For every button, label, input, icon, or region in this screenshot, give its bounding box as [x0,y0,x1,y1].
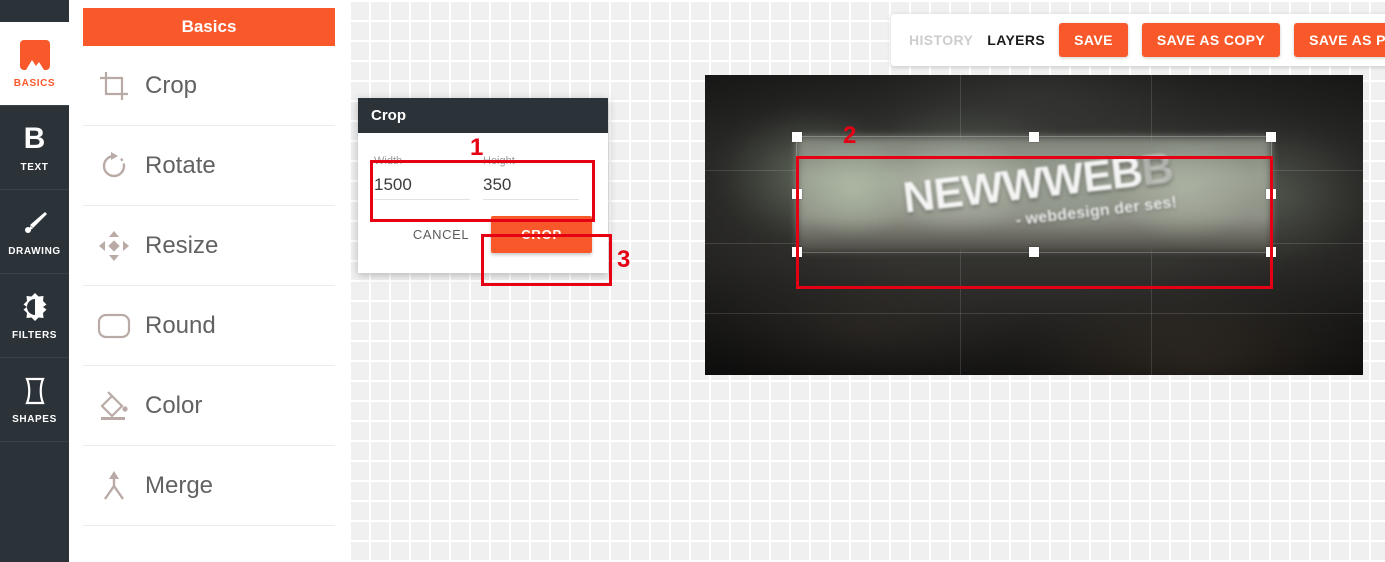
width-input[interactable] [374,175,470,200]
canvas-image[interactable]: NEWWWEBB - webdesign der ses! [705,75,1363,375]
crop-icon [83,70,145,102]
save-button[interactable]: SAVE [1059,23,1128,57]
panel-label-resize: Resize [145,231,219,259]
annotation-number-3: 3 [617,246,631,273]
width-field-group: Width [374,155,483,200]
cancel-button[interactable]: CANCEL [407,219,475,250]
panel-item-resize[interactable]: Resize [83,206,335,286]
rail-label-drawing: DRAWING [8,246,61,257]
rail-label-shapes: SHAPES [12,414,57,425]
rotate-icon [83,150,145,182]
image-editor-app: NEWWWEBB - webdesign der ses! BASICS B T… [0,0,1385,562]
rail-label-text: TEXT [20,162,49,173]
panel-label-rotate: Rotate [145,151,216,179]
handle-middle-right[interactable] [1266,189,1276,199]
rail-item-shapes[interactable]: SHAPES [0,358,69,442]
logo-text-part2: EB [1080,146,1145,202]
handle-top-center[interactable] [1029,132,1039,142]
panel-item-merge[interactable]: Merge [83,446,335,526]
bold-b-icon: B [23,122,46,155]
handle-bottom-left[interactable] [792,247,802,257]
panel-list: Crop Rotate Resize Round Color Merge [83,46,335,526]
tab-history[interactable]: HISTORY [909,32,973,48]
crop-dialog-title: Crop [358,98,608,133]
handle-middle-left[interactable] [792,189,802,199]
crop-fields: Width Height [374,155,592,200]
panel-item-crop[interactable]: Crop [83,46,335,126]
rail-item-basics[interactable]: BASICS [0,22,69,106]
rail-item-text[interactable]: B TEXT [0,106,69,190]
crop-button[interactable]: CROP [491,216,592,253]
panel-label-merge: Merge [145,471,214,499]
shape-icon [22,374,48,408]
height-field-group: Height [483,155,592,200]
panel-item-color[interactable]: Color [83,366,335,446]
handle-bottom-right[interactable] [1266,247,1276,257]
rail-item-filters[interactable]: FILTERS [0,274,69,358]
annotation-number-1: 1 [470,134,484,161]
panel-label-round: Round [145,311,216,339]
basics-panel: Basics Crop Rotate Resize Round Color Me… [69,0,349,562]
logo-text-part3: B [1138,142,1175,196]
rail-item-drawing[interactable]: DRAWING [0,190,69,274]
save-as-copy-button[interactable]: SAVE AS COPY [1141,23,1281,57]
panel-item-round[interactable]: Round [83,286,335,366]
paint-bucket-icon [83,390,145,422]
merge-icon [83,470,145,502]
handle-bottom-center[interactable] [1029,247,1039,257]
top-toolbar: HISTORY LAYERS SAVE SAVE AS COPY SAVE AS… [891,14,1385,66]
panel-label-color: Color [145,391,203,419]
image-icon [19,38,50,72]
resize-icon [83,230,145,262]
rail-label-basics: BASICS [13,78,56,89]
brush-icon [20,206,50,240]
panel-title: Basics [83,8,335,46]
panel-item-rotate[interactable]: Rotate [83,126,335,206]
tab-layers[interactable]: LAYERS [987,32,1045,48]
crop-dialog-actions: CANCEL CROP [358,200,608,273]
panel-label-crop: Crop [145,71,198,99]
height-label: Height [483,155,515,167]
contrast-icon [20,290,50,324]
save-as-png-button[interactable]: SAVE AS PNG [1294,23,1385,57]
width-label: Width [374,155,403,167]
handle-top-right[interactable] [1266,132,1276,142]
crop-selection[interactable]: NEWWWEBB - webdesign der ses! [792,132,1276,257]
height-input[interactable] [483,175,579,200]
handle-top-left[interactable] [792,132,802,142]
rail-label-filters: FILTERS [11,330,58,341]
crop-dialog: Crop Width Height CANCEL CROP [358,98,608,273]
annotation-number-2: 2 [843,122,857,149]
tool-rail: BASICS B TEXT DRAWING FILTERS SHAPES [0,0,69,562]
round-icon [83,313,145,339]
